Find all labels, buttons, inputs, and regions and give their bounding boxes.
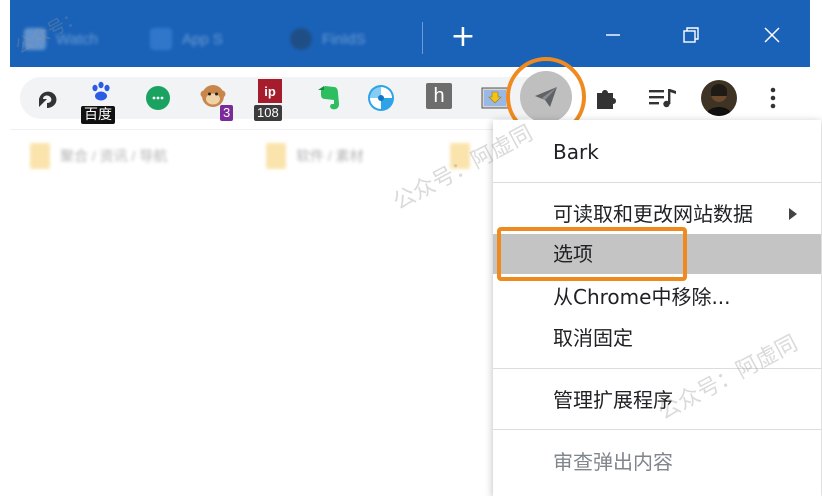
- minimize-button[interactable]: [596, 18, 630, 52]
- menu-header-bark: Bark: [493, 134, 821, 170]
- menu-item-remove-from-chrome[interactable]: 从Chrome中移除...: [493, 277, 821, 317]
- close-icon: [764, 27, 780, 43]
- menu-divider: [493, 368, 821, 369]
- more-menu-button[interactable]: [758, 83, 788, 113]
- folder-icon: [450, 143, 470, 169]
- avatar[interactable]: [701, 80, 737, 116]
- extension-badge: 3: [220, 105, 234, 121]
- close-button[interactable]: [755, 18, 789, 52]
- menu-divider: [493, 429, 821, 430]
- extension-button[interactable]: [313, 83, 343, 113]
- avatar-image: [706, 84, 732, 116]
- tab-title: App S: [182, 30, 223, 48]
- menu-divider: [493, 182, 821, 183]
- more-vert-icon: [770, 87, 776, 109]
- bookmark-folder[interactable]: 聚合 / 资讯 / 导航: [30, 143, 167, 169]
- new-tab-button[interactable]: +: [448, 20, 478, 54]
- puzzle-icon: [597, 90, 616, 109]
- bookmark-folder[interactable]: [450, 143, 470, 169]
- menu-item-label: 取消固定: [553, 326, 633, 350]
- submenu-arrow-icon: [789, 208, 797, 220]
- tab-title: FinIdS: [322, 30, 366, 48]
- download-image-icon: [481, 87, 509, 109]
- menu-item-unpin[interactable]: 取消固定: [493, 318, 821, 358]
- evernote-icon: [318, 86, 339, 110]
- tab-separator: [422, 22, 423, 54]
- chat-icon: [146, 86, 170, 110]
- tab[interactable]: FinIdS: [290, 16, 365, 62]
- back-arrow-icon: [39, 91, 57, 108]
- baidu-icon: [92, 81, 110, 101]
- github-icon: [290, 28, 312, 50]
- menu-item-label: 管理扩展程序: [553, 388, 673, 412]
- menu-item-label: 从Chrome中移除...: [553, 285, 731, 309]
- menu-item-manage-extensions[interactable]: 管理扩展程序: [493, 380, 821, 420]
- page-icon: [24, 28, 46, 50]
- menu-item-label: 审查弹出内容: [553, 450, 673, 474]
- ip-icon: ip: [264, 83, 276, 99]
- h-icon: h: [433, 84, 445, 107]
- bookmark-folder[interactable]: 软件 / 素材: [266, 143, 364, 169]
- media-queue-icon: [649, 89, 676, 108]
- extension-button[interactable]: [32, 83, 62, 113]
- bookmark-label: 软件 / 素材: [296, 148, 364, 164]
- restore-icon: [683, 27, 699, 43]
- extension-button[interactable]: [591, 83, 621, 113]
- bark-extension-button[interactable]: [520, 71, 572, 123]
- extension-context-menu: Bark 可读取和更改网站数据 选项 从Chrome中移除... 取消固定 管理…: [493, 120, 821, 496]
- paper-plane-icon: [535, 87, 557, 107]
- pinwheel-icon: [368, 85, 394, 111]
- title-bar: Watch App S FinIdS +: [10, 0, 810, 67]
- tab[interactable]: Watch: [24, 16, 98, 62]
- minimize-icon: [606, 34, 620, 36]
- restore-button[interactable]: [674, 18, 708, 52]
- baidu-label: 百度: [81, 106, 115, 124]
- bookmark-label: 聚合 / 资讯 / 导航: [60, 148, 168, 164]
- menu-item-inspect-popup: 审查弹出内容: [493, 442, 821, 482]
- options-highlight-box: [497, 227, 687, 281]
- extension-button[interactable]: h: [426, 83, 452, 109]
- extension-button[interactable]: [648, 83, 678, 113]
- extension-button[interactable]: [86, 77, 116, 107]
- extension-button[interactable]: ip: [258, 79, 282, 103]
- tab[interactable]: App S: [150, 16, 223, 62]
- folder-icon: [266, 143, 286, 169]
- extension-name: Bark: [553, 140, 599, 164]
- extension-button[interactable]: [143, 83, 173, 113]
- app-icon: [150, 28, 172, 50]
- extension-badge: 108: [254, 105, 282, 121]
- tab-title: Watch: [56, 30, 98, 48]
- extension-button[interactable]: [366, 83, 396, 113]
- folder-icon: [30, 143, 50, 169]
